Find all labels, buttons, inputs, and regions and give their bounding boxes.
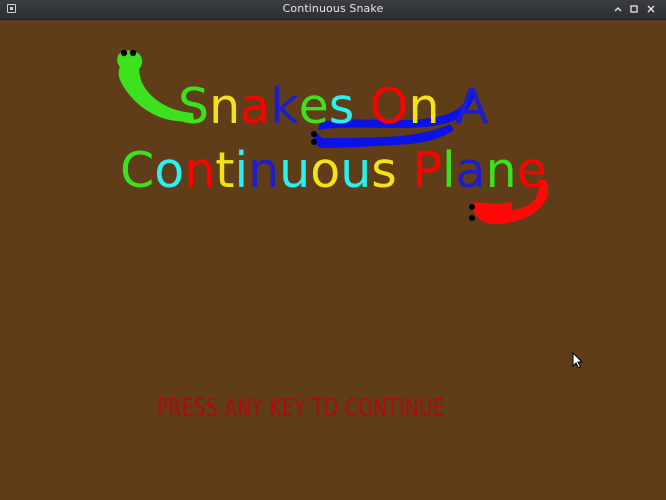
title-letter: n xyxy=(209,78,241,135)
title-letter: P xyxy=(412,142,442,199)
title-letter xyxy=(440,82,456,131)
title-letter: t xyxy=(215,142,235,199)
title-line-1: Snakes On A xyxy=(178,82,489,131)
maximize-button[interactable] xyxy=(628,3,640,15)
title-letter: A xyxy=(455,78,489,135)
title-letter: o xyxy=(154,142,185,199)
minimize-icon xyxy=(614,7,622,12)
title-letter: e xyxy=(298,78,329,135)
press-any-key-prompt: PRESS ANY KEY TO CONTINUE xyxy=(157,393,445,422)
title-letter: a xyxy=(240,78,271,135)
title-letter: n xyxy=(485,142,517,199)
title-letter: s xyxy=(371,142,397,199)
title-letter: n xyxy=(408,78,440,135)
title-letter: n xyxy=(248,142,280,199)
title-letter: C xyxy=(120,142,155,199)
window-title: Continuous Snake xyxy=(282,2,384,15)
close-button[interactable] xyxy=(645,3,657,15)
title-letter: u xyxy=(279,142,311,199)
title-letter: l xyxy=(441,142,456,199)
game-canvas[interactable]: Snakes On A Continuous Plane PRESS ANY K… xyxy=(0,20,666,500)
title-letter: o xyxy=(310,142,341,199)
title-letter: n xyxy=(184,142,216,199)
mouse-cursor-icon xyxy=(572,352,584,369)
close-icon xyxy=(647,5,655,13)
title-letter: s xyxy=(328,78,355,135)
title-letter xyxy=(397,146,413,195)
title-letter: S xyxy=(178,78,210,135)
title-line-2: Continuous Plane xyxy=(120,146,547,195)
title-letter: i xyxy=(234,142,249,199)
window-titlebar: Continuous Snake xyxy=(0,0,666,20)
title-letter: e xyxy=(516,142,547,199)
title-letter: O xyxy=(369,78,409,135)
minimize-button[interactable] xyxy=(612,3,624,15)
maximize-icon xyxy=(630,5,638,13)
title-letter: u xyxy=(340,142,372,199)
title-letter: k xyxy=(270,78,299,135)
title-letter xyxy=(354,82,370,131)
title-letter: a xyxy=(455,142,486,199)
